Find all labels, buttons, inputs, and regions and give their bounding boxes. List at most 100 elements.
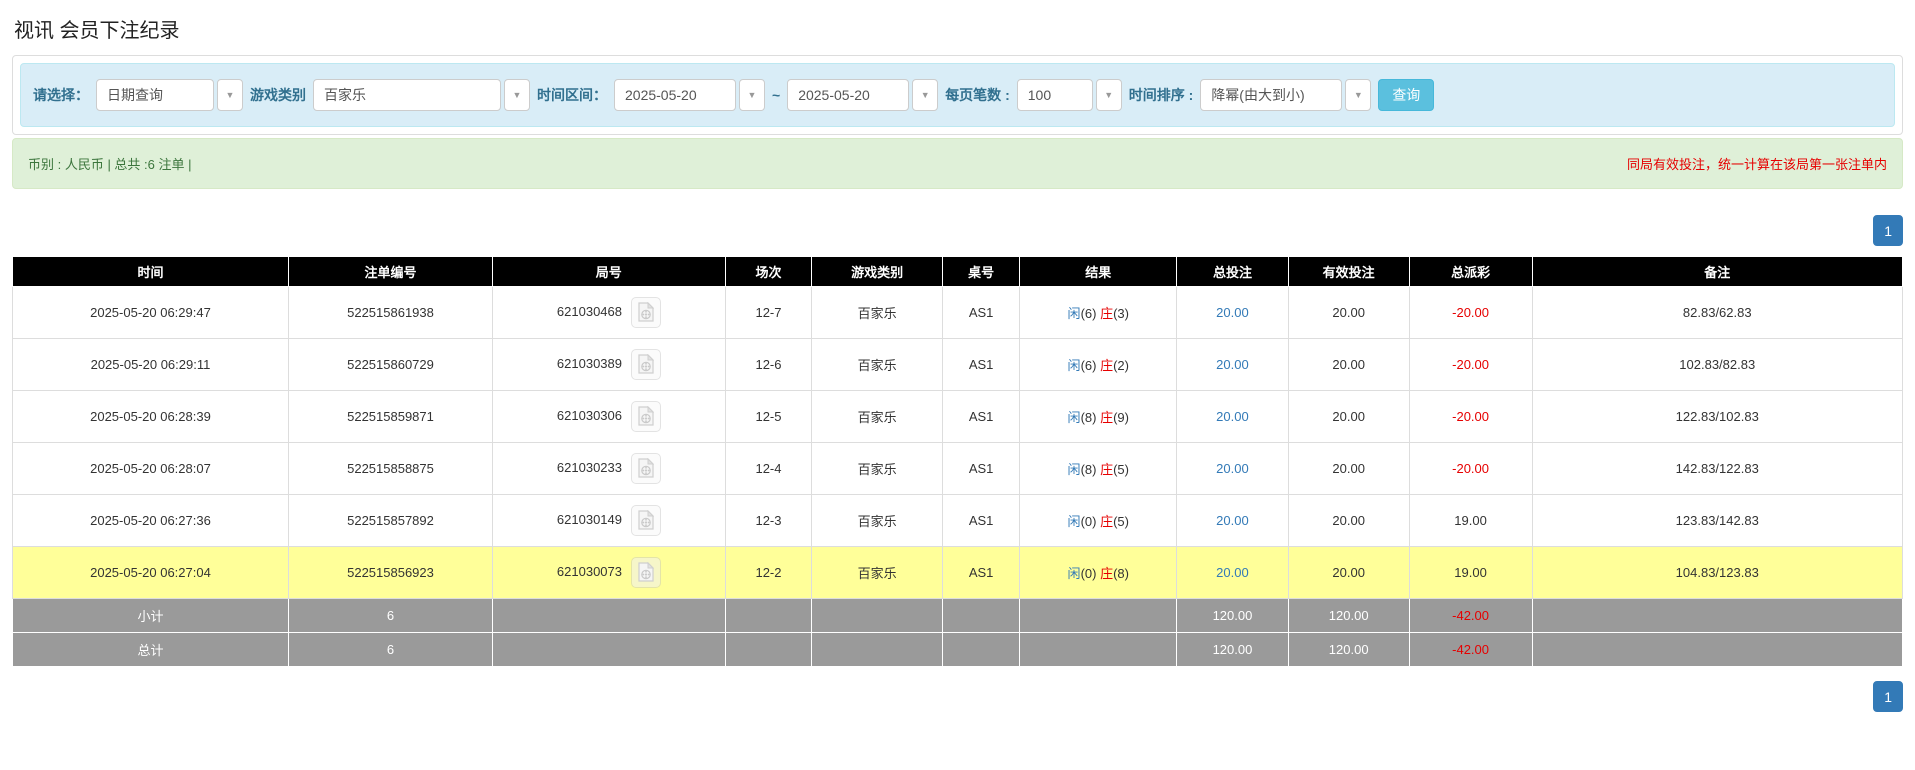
summary-payout: -42.00 <box>1409 599 1532 633</box>
summary-valid-bet: 120.00 <box>1288 599 1409 633</box>
result-banker-score: (5) <box>1113 462 1129 477</box>
summary-label: 小计 <box>13 599 289 633</box>
video-record-button[interactable] <box>631 297 661 328</box>
cell-note: 102.83/82.83 <box>1532 339 1903 391</box>
game-type-value[interactable]: 百家乐 <box>313 79 501 111</box>
cell-note: 122.83/102.83 <box>1532 391 1903 443</box>
game-type-label: 游戏类别 <box>250 85 306 105</box>
result-player-score: (6) <box>1081 358 1097 373</box>
page-1-button[interactable]: 1 <box>1873 215 1903 246</box>
cell-note: 104.83/123.83 <box>1532 547 1903 599</box>
video-record-button[interactable] <box>631 505 661 536</box>
chevron-down-icon[interactable]: ▼ <box>504 79 530 111</box>
cell-game-type: 百家乐 <box>812 339 942 391</box>
cell-game-type: 百家乐 <box>812 495 942 547</box>
cell-bet-id: 522515856923 <box>288 547 492 599</box>
video-file-icon <box>638 562 654 582</box>
cell-result: 闲(6) 庄(2) <box>1020 339 1177 391</box>
cell-table-no: AS1 <box>942 339 1019 391</box>
video-record-button[interactable] <box>631 453 661 484</box>
total-bet-link[interactable]: 20.00 <box>1216 513 1249 528</box>
cell-payout: -20.00 <box>1409 339 1532 391</box>
cell-total-bet: 20.00 <box>1177 287 1289 339</box>
cell-table-no: AS1 <box>942 287 1019 339</box>
table-header-row: 时间 注单编号 局号 场次 游戏类别 桌号 结果 总投注 有效投注 总派彩 备注 <box>13 257 1903 287</box>
round-number: 621030149 <box>557 512 622 527</box>
total-bet-link[interactable]: 20.00 <box>1216 409 1249 424</box>
cell-result: 闲(8) 庄(9) <box>1020 391 1177 443</box>
col-total-bet: 总投注 <box>1177 257 1289 287</box>
cell-time: 2025-05-20 06:27:04 <box>13 547 289 599</box>
col-round: 局号 <box>493 257 725 287</box>
cell-valid-bet: 20.00 <box>1288 339 1409 391</box>
col-result: 结果 <box>1020 257 1177 287</box>
result-player-score: (8) <box>1081 410 1097 425</box>
cell-game-type: 百家乐 <box>812 287 942 339</box>
col-payout: 总派彩 <box>1409 257 1532 287</box>
cell-bet-id: 522515860729 <box>288 339 492 391</box>
result-banker-label: 庄 <box>1100 410 1113 425</box>
chevron-down-icon[interactable]: ▼ <box>739 79 765 111</box>
table-row: 2025-05-20 06:29:11 522515860729 6210303… <box>13 339 1903 391</box>
cell-result: 闲(6) 庄(3) <box>1020 287 1177 339</box>
result-player-label: 闲 <box>1068 358 1081 373</box>
result-banker-score: (5) <box>1113 514 1129 529</box>
chevron-down-icon[interactable]: ▼ <box>912 79 938 111</box>
total-bet-link[interactable]: 20.00 <box>1216 357 1249 372</box>
summary-count: 6 <box>288 599 492 633</box>
cell-total-bet: 20.00 <box>1177 443 1289 495</box>
cell-bet-id: 522515858875 <box>288 443 492 495</box>
cell-bet-id: 522515857892 <box>288 495 492 547</box>
page-size-label: 每页笔数 : <box>945 85 1010 105</box>
cell-time: 2025-05-20 06:28:39 <box>13 391 289 443</box>
result-player-label: 闲 <box>1068 410 1081 425</box>
video-record-button[interactable] <box>631 349 661 380</box>
total-bet-link[interactable]: 20.00 <box>1216 565 1249 580</box>
table-row: 2025-05-20 06:28:07 522515858875 6210302… <box>13 443 1903 495</box>
cell-time: 2025-05-20 06:27:36 <box>13 495 289 547</box>
col-note: 备注 <box>1532 257 1903 287</box>
pagination-bottom: 1 <box>12 681 1903 712</box>
cell-table-no: AS1 <box>942 495 1019 547</box>
cell-session: 12-6 <box>725 339 812 391</box>
result-banker-label: 庄 <box>1100 514 1113 529</box>
table-row: 2025-05-20 06:28:39 522515859871 6210303… <box>13 391 1903 443</box>
video-record-button[interactable] <box>631 557 661 588</box>
round-number: 621030468 <box>557 304 622 319</box>
result-player-label: 闲 <box>1068 462 1081 477</box>
result-player-label: 闲 <box>1068 514 1081 529</box>
sort-order-value[interactable]: 降幂(由大到小) <box>1200 79 1342 111</box>
date-to-value[interactable]: 2025-05-20 <box>787 79 909 111</box>
cell-game-type: 百家乐 <box>812 391 942 443</box>
cell-valid-bet: 20.00 <box>1288 443 1409 495</box>
total-bet-link[interactable]: 20.00 <box>1216 461 1249 476</box>
chevron-down-icon[interactable]: ▼ <box>1096 79 1122 111</box>
chevron-down-icon[interactable]: ▼ <box>217 79 243 111</box>
date-from-value[interactable]: 2025-05-20 <box>614 79 736 111</box>
page-1-button[interactable]: 1 <box>1873 681 1903 712</box>
cell-round: 621030389 <box>493 339 725 391</box>
cell-total-bet: 20.00 <box>1177 339 1289 391</box>
summary-payout: -42.00 <box>1409 633 1532 667</box>
video-record-button[interactable] <box>631 401 661 432</box>
cell-round: 621030306 <box>493 391 725 443</box>
video-file-icon <box>638 458 654 478</box>
total-bet-link[interactable]: 20.00 <box>1216 305 1249 320</box>
result-banker-score: (8) <box>1113 566 1129 581</box>
page-size-value[interactable]: 100 <box>1017 79 1093 111</box>
date-range-tilde: ~ <box>772 87 780 103</box>
query-type-value[interactable]: 日期查询 <box>96 79 214 111</box>
video-file-icon <box>638 302 654 322</box>
col-game-type: 游戏类别 <box>812 257 942 287</box>
cell-note: 123.83/142.83 <box>1532 495 1903 547</box>
currency-summary-text: 币别 : 人民币 | 总共 :6 注单 | <box>28 154 192 173</box>
cell-session: 12-4 <box>725 443 812 495</box>
col-table-no: 桌号 <box>942 257 1019 287</box>
search-button[interactable]: 查询 <box>1378 79 1434 111</box>
cell-bet-id: 522515859871 <box>288 391 492 443</box>
chevron-down-icon[interactable]: ▼ <box>1345 79 1371 111</box>
query-type-label: 请选择： <box>33 85 89 105</box>
cell-table-no: AS1 <box>942 391 1019 443</box>
page-container: 视讯 会员下注纪录 请选择： 日期查询 ▼ 游戏类别 百家乐 ▼ 时间区间： 2… <box>0 0 1915 732</box>
result-banker-score: (3) <box>1113 306 1129 321</box>
